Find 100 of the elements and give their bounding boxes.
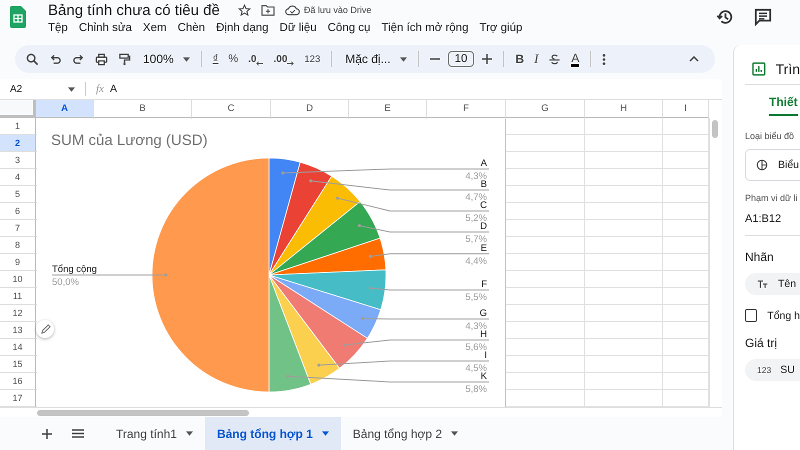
table-cell[interactable] xyxy=(585,186,663,203)
menu-item[interactable]: Định dạng xyxy=(216,22,269,34)
plus-icon[interactable] xyxy=(482,54,492,64)
row-header[interactable]: 1 xyxy=(0,118,36,135)
pie-slice[interactable] xyxy=(268,274,340,385)
row-header[interactable]: 8 xyxy=(0,237,36,254)
number-format-button[interactable]: 123 xyxy=(304,54,320,64)
table-cell[interactable] xyxy=(585,169,663,186)
pie-slice[interactable] xyxy=(268,274,382,339)
table-cell[interactable] xyxy=(585,339,663,356)
sheet-tab[interactable]: Bảng tổng hợp 2 xyxy=(340,417,470,450)
table-cell[interactable] xyxy=(585,237,663,254)
horizontal-scrollbar[interactable] xyxy=(0,407,722,417)
text-color-button[interactable]: A xyxy=(571,52,580,66)
pie-slice[interactable] xyxy=(268,274,312,392)
menu-item[interactable]: Dữ liệu xyxy=(280,22,317,34)
vertical-scrollbar[interactable] xyxy=(709,118,720,407)
table-cell[interactable] xyxy=(585,118,663,135)
caret-icon[interactable] xyxy=(68,86,75,92)
pie-slice[interactable] xyxy=(268,274,368,369)
row-header[interactable]: 15 xyxy=(0,356,36,373)
row-header[interactable]: 13 xyxy=(0,322,36,339)
setup-tab[interactable]: Thiết xyxy=(769,95,798,116)
table-cell[interactable] xyxy=(585,322,663,339)
save-status[interactable]: Đã lưu vào Drive xyxy=(304,5,372,15)
row-header[interactable]: 17 xyxy=(0,390,36,407)
currency-format-button[interactable]: ₫ xyxy=(212,53,218,65)
sheet-list-icon[interactable] xyxy=(72,429,84,438)
select-all-corner[interactable] xyxy=(0,100,36,118)
sheet-tab[interactable]: Bảng tổng hợp 1 xyxy=(204,417,341,450)
table-cell[interactable] xyxy=(585,271,663,288)
sheet-tab[interactable]: Trang tính1 xyxy=(104,417,205,450)
menu-item[interactable]: Trợ giúp xyxy=(479,22,522,34)
pie-slice[interactable] xyxy=(152,158,270,392)
row-header[interactable]: 5 xyxy=(0,186,36,203)
add-sheet-icon[interactable] xyxy=(42,428,52,438)
pie-slice[interactable] xyxy=(268,201,380,276)
menu-item[interactable]: Tiện ích mở rộng xyxy=(381,22,468,34)
folder-icon[interactable] xyxy=(260,4,275,16)
document-title[interactable]: Bảng tính chưa có tiêu đề xyxy=(48,2,220,18)
print-icon[interactable] xyxy=(95,52,108,66)
table-cell[interactable] xyxy=(585,220,663,237)
strikethrough-icon[interactable] xyxy=(548,52,562,66)
row-header[interactable]: 10 xyxy=(0,271,36,288)
column-header[interactable]: A xyxy=(36,100,94,118)
sheets-logo-icon[interactable] xyxy=(10,6,26,28)
chart-area[interactable]: SUM của Lương (USD) A 4,3% B 4,7% C 5,2% D 5,7% E 4,4% F 5,5% G 4,3% H 5,6% I 4,5% K 5,8% Tổng cộng 50,0% xyxy=(37,119,506,407)
pie-slice[interactable] xyxy=(268,238,386,276)
menu-item[interactable]: Chỉnh sửa xyxy=(78,22,132,34)
chart-type-select[interactable]: Biểu xyxy=(745,149,800,181)
star-icon[interactable] xyxy=(238,4,251,16)
row-header[interactable]: 4 xyxy=(0,169,36,186)
row-header[interactable]: 9 xyxy=(0,254,36,271)
column-header[interactable]: I xyxy=(663,100,709,118)
cell-reference[interactable]: A2 xyxy=(10,84,62,94)
font-size-field[interactable]: 10 xyxy=(448,51,474,67)
cloud-done-icon[interactable] xyxy=(284,4,300,16)
undo-icon[interactable] xyxy=(49,52,62,66)
table-cell[interactable] xyxy=(585,135,663,152)
row-header[interactable]: 2 xyxy=(0,135,36,152)
table-cell[interactable] xyxy=(585,203,663,220)
menu-item[interactable]: Chèn xyxy=(178,22,206,34)
table-cell[interactable] xyxy=(585,305,663,322)
pie-slice[interactable] xyxy=(268,162,332,276)
more-icon[interactable] xyxy=(602,52,606,66)
redo-icon[interactable] xyxy=(72,52,85,66)
row-header[interactable]: 7 xyxy=(0,220,36,237)
table-cell[interactable] xyxy=(585,288,663,305)
bold-button[interactable]: B xyxy=(515,52,524,66)
column-header[interactable]: B xyxy=(94,100,192,118)
italic-button[interactable]: I xyxy=(534,51,538,67)
column-header[interactable]: D xyxy=(271,100,349,118)
row-header[interactable]: 12 xyxy=(0,305,36,322)
table-cell[interactable] xyxy=(585,152,663,169)
history-icon[interactable] xyxy=(716,8,734,26)
value-chip[interactable]: 123 SU xyxy=(745,359,800,381)
column-header[interactable]: E xyxy=(349,100,427,118)
percent-format-button[interactable]: % xyxy=(228,53,238,65)
row-header[interactable]: 6 xyxy=(0,203,36,220)
pie-slice[interactable] xyxy=(268,176,360,276)
table-cell[interactable] xyxy=(585,356,663,373)
table-cell[interactable] xyxy=(585,373,663,390)
pie-slice[interactable] xyxy=(268,269,386,310)
column-header[interactable]: F xyxy=(427,100,506,118)
data-range-field[interactable]: A1:B12 xyxy=(745,213,800,236)
checkbox[interactable] xyxy=(745,309,758,322)
row-header[interactable]: 3 xyxy=(0,152,36,169)
search-icon[interactable] xyxy=(26,52,39,66)
column-header[interactable]: H xyxy=(585,100,663,118)
formula-field[interactable]: A xyxy=(110,83,722,95)
menu-item[interactable]: Công cụ xyxy=(328,22,370,34)
decrease-decimals-button[interactable]: .0 xyxy=(248,54,256,64)
label-chip[interactable]: Tên xyxy=(745,273,800,295)
table-cell[interactable] xyxy=(585,254,663,271)
comment-icon[interactable] xyxy=(754,8,772,26)
menu-item[interactable]: Tệp xyxy=(48,22,68,34)
row-header[interactable]: 16 xyxy=(0,373,36,390)
zoom-select[interactable]: 100% xyxy=(143,52,190,66)
font-select[interactable]: Mặc đị... xyxy=(345,52,407,66)
column-header[interactable]: G xyxy=(506,100,585,118)
